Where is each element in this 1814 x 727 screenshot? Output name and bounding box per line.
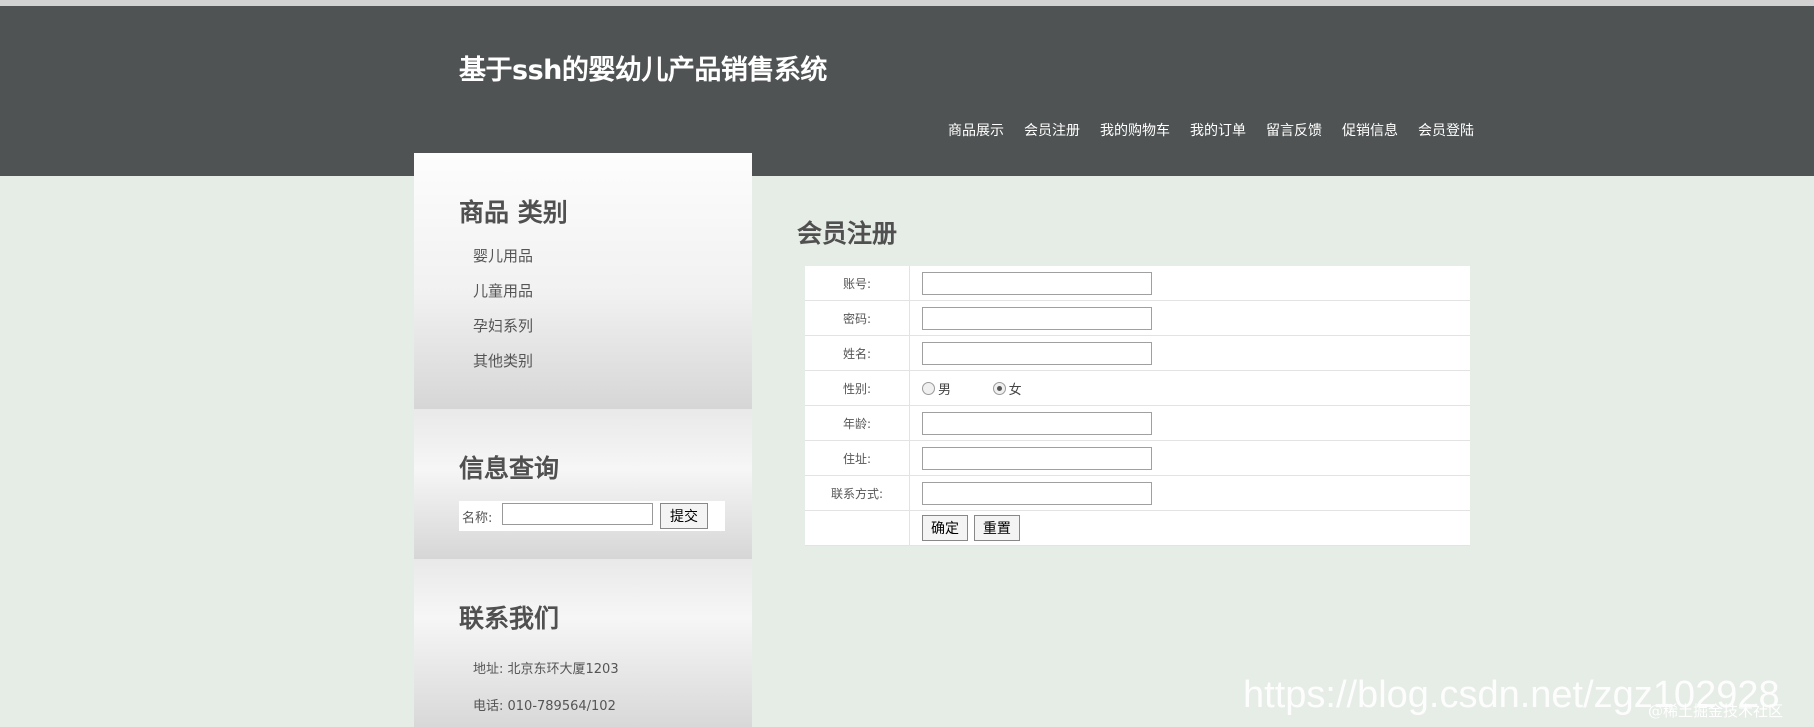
sidebar: 商品 类别 婴儿用品 儿童用品 孕妇系列 其他类别 信息查询 名称: 提交 联系… [414, 153, 752, 727]
gender-male-radio[interactable] [922, 381, 935, 395]
category-panel: 商品 类别 婴儿用品 儿童用品 孕妇系列 其他类别 [414, 153, 752, 409]
nav-feedback[interactable]: 留言反馈 [1266, 120, 1322, 140]
form-row-actions: 确定 重置 [805, 510, 1470, 546]
category-list: 婴儿用品 儿童用品 孕妇系列 其他类别 [473, 247, 533, 387]
site-header: 基于ssh的婴幼儿产品销售系统 商品展示 会员注册 我的购物车 我的订单 留言反… [0, 6, 1814, 176]
form-row-address: 住址: [805, 440, 1470, 476]
site-title: 基于ssh的婴幼儿产品销售系统 [459, 55, 827, 86]
password-label: 密码: [805, 300, 910, 336]
category-item-baby[interactable]: 婴儿用品 [473, 247, 533, 282]
form-row-contact: 联系方式: [805, 475, 1470, 511]
search-submit-button[interactable]: 提交 [660, 503, 708, 529]
search-panel-title: 信息查询 [459, 454, 560, 483]
watermark-credit: @稀土掘金技术社区 [1648, 702, 1784, 720]
search-input[interactable] [502, 503, 653, 525]
search-label: 名称: [462, 511, 493, 526]
reset-button[interactable]: 重置 [973, 515, 1020, 541]
name-input[interactable] [922, 341, 1152, 365]
category-item-children[interactable]: 儿童用品 [473, 282, 533, 317]
category-item-maternity[interactable]: 孕妇系列 [473, 317, 533, 352]
nav-product-display[interactable]: 商品展示 [948, 120, 1004, 140]
nav-promotions[interactable]: 促销信息 [1342, 120, 1398, 140]
contact-method-input[interactable] [922, 481, 1152, 505]
nav-shopping-cart[interactable]: 我的购物车 [1100, 120, 1170, 140]
password-input[interactable] [922, 306, 1152, 330]
search-panel: 信息查询 [414, 409, 752, 559]
contact-method-label: 联系方式: [805, 475, 910, 511]
search-box: 名称: 提交 [459, 501, 725, 531]
form-row-name: 姓名: [805, 335, 1470, 371]
register-form: 账号: 密码: 姓名: 性别: 男 女 年龄: 住址: 联系方式: 确定 重置 [805, 266, 1470, 546]
age-label: 年龄: [805, 405, 910, 441]
address-label: 住址: [805, 440, 910, 476]
nav-member-login[interactable]: 会员登陆 [1418, 120, 1474, 140]
gender-female-label: 女 [1008, 382, 1022, 398]
contact-panel-title: 联系我们 [459, 604, 560, 633]
address-input[interactable] [922, 446, 1152, 470]
form-row-gender: 性别: 男 女 [805, 370, 1470, 406]
contact-panel: 联系我们 地址: 北京东环大厦1203 电话: 010-789564/102 [414, 559, 752, 727]
submit-button[interactable]: 确定 [922, 515, 968, 541]
age-input[interactable] [922, 411, 1152, 435]
form-row-password: 密码: [805, 300, 1470, 336]
form-row-age: 年龄: [805, 405, 1470, 441]
gender-female-radio[interactable] [992, 381, 1006, 395]
contact-address: 地址: 北京东环大厦1203 [473, 662, 619, 677]
form-row-account: 账号: [805, 266, 1470, 301]
page-title: 会员注册 [797, 219, 898, 248]
category-item-other[interactable]: 其他类别 [473, 352, 533, 387]
main-nav: 商品展示 会员注册 我的购物车 我的订单 留言反馈 促销信息 会员登陆 [948, 120, 1494, 140]
contact-phone: 电话: 010-789564/102 [473, 699, 616, 714]
account-input[interactable] [922, 271, 1152, 295]
gender-label: 性别: [805, 370, 910, 406]
name-label: 姓名: [805, 335, 910, 371]
nav-member-register[interactable]: 会员注册 [1024, 120, 1080, 140]
category-panel-title: 商品 类别 [459, 198, 568, 227]
nav-my-orders[interactable]: 我的订单 [1190, 120, 1246, 140]
account-label: 账号: [805, 266, 910, 301]
gender-male-label: 男 [938, 382, 952, 398]
